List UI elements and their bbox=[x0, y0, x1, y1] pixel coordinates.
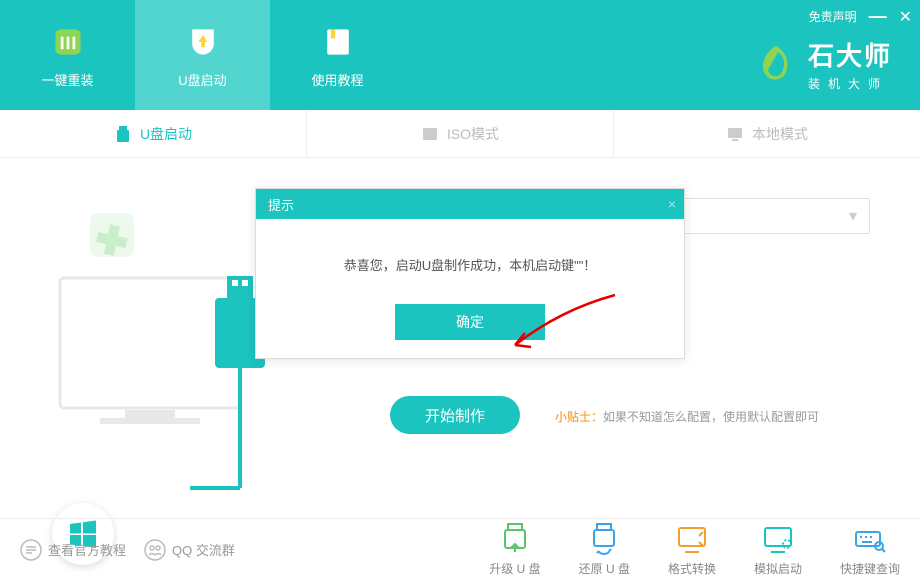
nav-label: U盘启动 bbox=[178, 70, 226, 89]
bars-icon bbox=[48, 22, 88, 62]
monitor-icon bbox=[726, 125, 744, 143]
action-label: 还原 U 盘 bbox=[579, 560, 630, 577]
close-button[interactable]: ✕ bbox=[899, 7, 912, 27]
tab-label: 本地模式 bbox=[752, 124, 808, 144]
chevron-down-icon: ▾ bbox=[849, 206, 857, 226]
simulate-boot-action[interactable]: 模拟启动 bbox=[754, 522, 802, 577]
usb-sync-icon bbox=[587, 522, 621, 556]
nav-label: 一键重装 bbox=[41, 70, 93, 89]
upgrade-usb-action[interactable]: 升级 U 盘 bbox=[489, 522, 540, 577]
footer: 查看官方教程 QQ 交流群 升级 U 盘 还原 U 盘 格式转换 模拟启动 快捷… bbox=[0, 518, 920, 580]
tip-label: 小贴士： bbox=[555, 410, 603, 424]
action-label: 升级 U 盘 bbox=[489, 560, 540, 577]
tab-label: U盘启动 bbox=[140, 124, 192, 144]
success-dialog: 提示 × 恭喜您，启动U盘制作成功，本机启动键""！ 确定 bbox=[255, 188, 685, 359]
brand: 石大师 装机大师 bbox=[754, 36, 892, 92]
tutorial-link[interactable]: 查看官方教程 bbox=[20, 539, 126, 561]
keyboard-search-icon bbox=[853, 522, 887, 556]
link-label: QQ 交流群 bbox=[172, 540, 235, 559]
nav-label: 使用教程 bbox=[311, 70, 363, 89]
window-controls: 免责声明 — ✕ bbox=[809, 6, 912, 27]
monitor-play-icon bbox=[761, 522, 795, 556]
restore-usb-action[interactable]: 还原 U 盘 bbox=[579, 522, 630, 577]
tip-content: 如果不知道怎么配置，使用默认配置即可 bbox=[603, 410, 819, 424]
tip-text: 小贴士：如果不知道怎么配置，使用默认配置即可 bbox=[555, 408, 819, 425]
brand-subtitle: 装机大师 bbox=[808, 75, 892, 92]
mode-tabs: U盘启动 ISO模式 本地模式 bbox=[0, 110, 920, 158]
book-icon bbox=[318, 22, 358, 62]
people-icon bbox=[144, 539, 166, 561]
action-label: 模拟启动 bbox=[754, 560, 802, 577]
book-open-icon bbox=[20, 539, 42, 561]
tab-label: ISO模式 bbox=[447, 124, 499, 144]
dialog-close-button[interactable]: × bbox=[668, 196, 676, 212]
nav-tutorial[interactable]: 使用教程 bbox=[270, 0, 405, 110]
usb-icon bbox=[114, 125, 132, 143]
brand-logo-icon bbox=[754, 42, 798, 86]
dialog-confirm-button[interactable]: 确定 bbox=[395, 304, 545, 340]
nav-usb-boot[interactable]: U盘启动 bbox=[135, 0, 270, 110]
usb-up-icon bbox=[498, 522, 532, 556]
disclaimer-link[interactable]: 免责声明 bbox=[809, 8, 857, 25]
iso-icon bbox=[421, 125, 439, 143]
action-label: 快捷键查询 bbox=[840, 560, 900, 577]
usb-shield-icon bbox=[183, 22, 223, 62]
format-convert-action[interactable]: 格式转换 bbox=[668, 522, 716, 577]
brand-title: 石大师 bbox=[808, 36, 892, 73]
tab-usb-boot[interactable]: U盘启动 bbox=[0, 110, 307, 157]
tab-iso-mode[interactable]: ISO模式 bbox=[307, 110, 614, 157]
hotkey-query-action[interactable]: 快捷键查询 bbox=[840, 522, 900, 577]
dialog-message: 恭喜您，启动U盘制作成功，本机启动键""！ bbox=[256, 219, 684, 304]
link-label: 查看官方教程 bbox=[48, 540, 126, 559]
minimize-button[interactable]: — bbox=[869, 6, 887, 27]
dialog-title: 提示 bbox=[268, 195, 294, 214]
convert-icon bbox=[675, 522, 709, 556]
tab-local-mode[interactable]: 本地模式 bbox=[614, 110, 920, 157]
action-label: 格式转换 bbox=[668, 560, 716, 577]
qq-group-link[interactable]: QQ 交流群 bbox=[144, 539, 235, 561]
nav-reinstall[interactable]: 一键重装 bbox=[0, 0, 135, 110]
dialog-header: 提示 × bbox=[256, 189, 684, 219]
start-make-button[interactable]: 开始制作 bbox=[390, 396, 520, 434]
app-header: 一键重装 U盘启动 使用教程 免责声明 — ✕ 石大师 装机大师 bbox=[0, 0, 920, 110]
